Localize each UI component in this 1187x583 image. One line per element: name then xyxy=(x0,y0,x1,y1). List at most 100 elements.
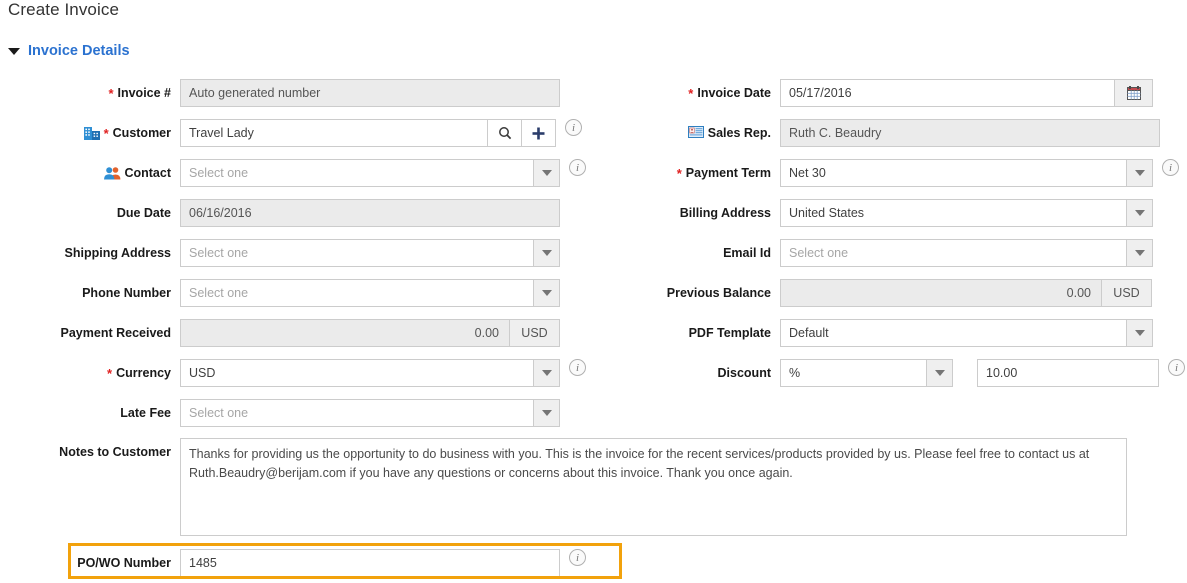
chevron-down-icon[interactable] xyxy=(534,279,560,307)
discount-type-input[interactable]: % xyxy=(780,359,927,387)
field-row-phone-number: Phone Number Select one xyxy=(0,278,560,308)
field-row-previous-balance: Previous Balance 0.00 USD xyxy=(650,278,1152,308)
label-text: Currency xyxy=(116,366,171,380)
phone-number-input[interactable]: Select one xyxy=(180,279,534,307)
pdf-template-input[interactable]: Default xyxy=(780,319,1127,347)
phone-number-label: Phone Number xyxy=(0,286,180,300)
po-wo-number-input[interactable]: 1485 xyxy=(180,549,560,577)
required-marker: * xyxy=(676,165,682,181)
field-row-sales-rep: Sales Rep. Ruth C. Beaudry xyxy=(650,118,1160,148)
currency-label: * Currency xyxy=(0,366,180,380)
info-icon[interactable]: i xyxy=(1168,359,1185,376)
email-id-label: Email Id xyxy=(650,246,780,260)
label-text: Phone Number xyxy=(82,286,171,300)
customer-control: Travel Lady i xyxy=(180,119,582,147)
email-id-control: Select one xyxy=(780,239,1153,267)
required-marker: * xyxy=(103,125,109,141)
required-marker: * xyxy=(107,365,113,381)
payment-term-control: Net 30 i xyxy=(780,159,1179,187)
info-icon[interactable]: i xyxy=(569,549,586,566)
currency-input[interactable]: USD xyxy=(180,359,534,387)
due-date-label: Due Date xyxy=(0,206,180,220)
label-text: PDF Template xyxy=(688,326,771,340)
field-row-discount: Discount % 10.00 i xyxy=(650,358,1185,388)
previous-balance-control: 0.00 USD xyxy=(780,279,1152,307)
info-icon[interactable]: i xyxy=(569,159,586,176)
customer-label: * Customer xyxy=(0,126,180,140)
chevron-down-icon[interactable] xyxy=(1127,239,1153,267)
payment-term-label: * Payment Term xyxy=(650,166,780,180)
chevron-down-icon[interactable] xyxy=(1127,319,1153,347)
info-icon[interactable]: i xyxy=(565,119,582,136)
field-row-email-id: Email Id Select one xyxy=(650,238,1153,268)
building-icon xyxy=(83,126,100,140)
label-text: Payment Term xyxy=(685,166,771,180)
field-row-billing-address: Billing Address United States xyxy=(650,198,1153,228)
label-text: Notes to Customer xyxy=(59,445,171,459)
currency-control: USD i xyxy=(180,359,586,387)
search-icon[interactable] xyxy=(488,119,522,147)
invoice-date-input[interactable]: 05/17/2016 xyxy=(780,79,1115,107)
field-row-shipping-address: Shipping Address Select one xyxy=(0,238,560,268)
pdf-template-control: Default xyxy=(780,319,1153,347)
previous-balance-input: 0.00 xyxy=(780,279,1102,307)
label-text: Shipping Address xyxy=(64,246,172,260)
invoice-number-control: Auto generated number xyxy=(180,79,560,107)
chevron-down-icon[interactable] xyxy=(534,399,560,427)
field-row-late-fee: Late Fee Select one xyxy=(0,398,560,428)
info-icon[interactable]: i xyxy=(1162,159,1179,176)
field-row-payment-received: Payment Received 0.00 USD xyxy=(0,318,560,348)
shipping-address-input[interactable]: Select one xyxy=(180,239,534,267)
section-title: Invoice Details xyxy=(28,43,130,59)
invoice-details-section-header[interactable]: Invoice Details xyxy=(8,43,130,59)
billing-address-input[interactable]: United States xyxy=(780,199,1127,227)
chevron-down-icon[interactable] xyxy=(1127,159,1153,187)
calendar-icon[interactable] xyxy=(1115,79,1153,107)
shipping-address-label: Shipping Address xyxy=(0,246,180,260)
field-row-invoice-number: * Invoice # Auto generated number xyxy=(0,78,560,108)
due-date-input: 06/16/2016 xyxy=(180,199,560,227)
chevron-down-icon[interactable] xyxy=(534,239,560,267)
notes-textarea[interactable]: Thanks for providing us the opportunity … xyxy=(180,438,1127,536)
label-text: Sales Rep. xyxy=(707,126,771,140)
payment-received-control: 0.00 USD xyxy=(180,319,560,347)
late-fee-input[interactable]: Select one xyxy=(180,399,534,427)
billing-address-control: United States xyxy=(780,199,1153,227)
field-row-pdf-template: PDF Template Default xyxy=(650,318,1153,348)
payment-term-input[interactable]: Net 30 xyxy=(780,159,1127,187)
label-text: Email Id xyxy=(723,246,771,260)
required-marker: * xyxy=(108,85,114,101)
field-row-customer: * Customer Travel Lady i xyxy=(0,118,582,148)
chevron-down-icon[interactable] xyxy=(534,159,560,187)
contact-input[interactable]: Select one xyxy=(180,159,534,187)
chevron-down-icon[interactable] xyxy=(927,359,953,387)
label-text: PO/WO Number xyxy=(77,556,171,570)
chevron-down-icon[interactable] xyxy=(1127,199,1153,227)
discount-control: % 10.00 i xyxy=(780,359,1185,387)
chevron-down-icon[interactable] xyxy=(534,359,560,387)
invoice-number-input: Auto generated number xyxy=(180,79,560,107)
label-text: Payment Received xyxy=(60,326,171,340)
invoice-number-label: * Invoice # xyxy=(0,86,180,100)
id-card-icon xyxy=(687,126,704,140)
customer-input[interactable]: Travel Lady xyxy=(180,119,488,147)
payment-received-label: Payment Received xyxy=(0,326,180,340)
required-marker: * xyxy=(688,85,694,101)
previous-balance-currency: USD xyxy=(1102,279,1152,307)
label-text: Due Date xyxy=(116,206,171,220)
invoice-date-control: 05/17/2016 xyxy=(780,79,1153,107)
field-row-due-date: Due Date 06/16/2016 xyxy=(0,198,560,228)
phone-number-control: Select one xyxy=(180,279,560,307)
email-id-input[interactable]: Select one xyxy=(780,239,1127,267)
contact-label: Contact xyxy=(0,166,180,180)
plus-icon[interactable] xyxy=(522,119,556,147)
sales-rep-input: Ruth C. Beaudry xyxy=(780,119,1160,147)
payment-received-input: 0.00 xyxy=(180,319,510,347)
label-text: Invoice Date xyxy=(697,86,771,100)
chevron-down-icon[interactable] xyxy=(8,45,21,58)
discount-amount-input[interactable]: 10.00 xyxy=(977,359,1159,387)
info-icon[interactable]: i xyxy=(569,359,586,376)
discount-label: Discount xyxy=(650,366,780,380)
sales-rep-control: Ruth C. Beaudry xyxy=(780,119,1160,147)
label-text: Billing Address xyxy=(679,206,771,220)
